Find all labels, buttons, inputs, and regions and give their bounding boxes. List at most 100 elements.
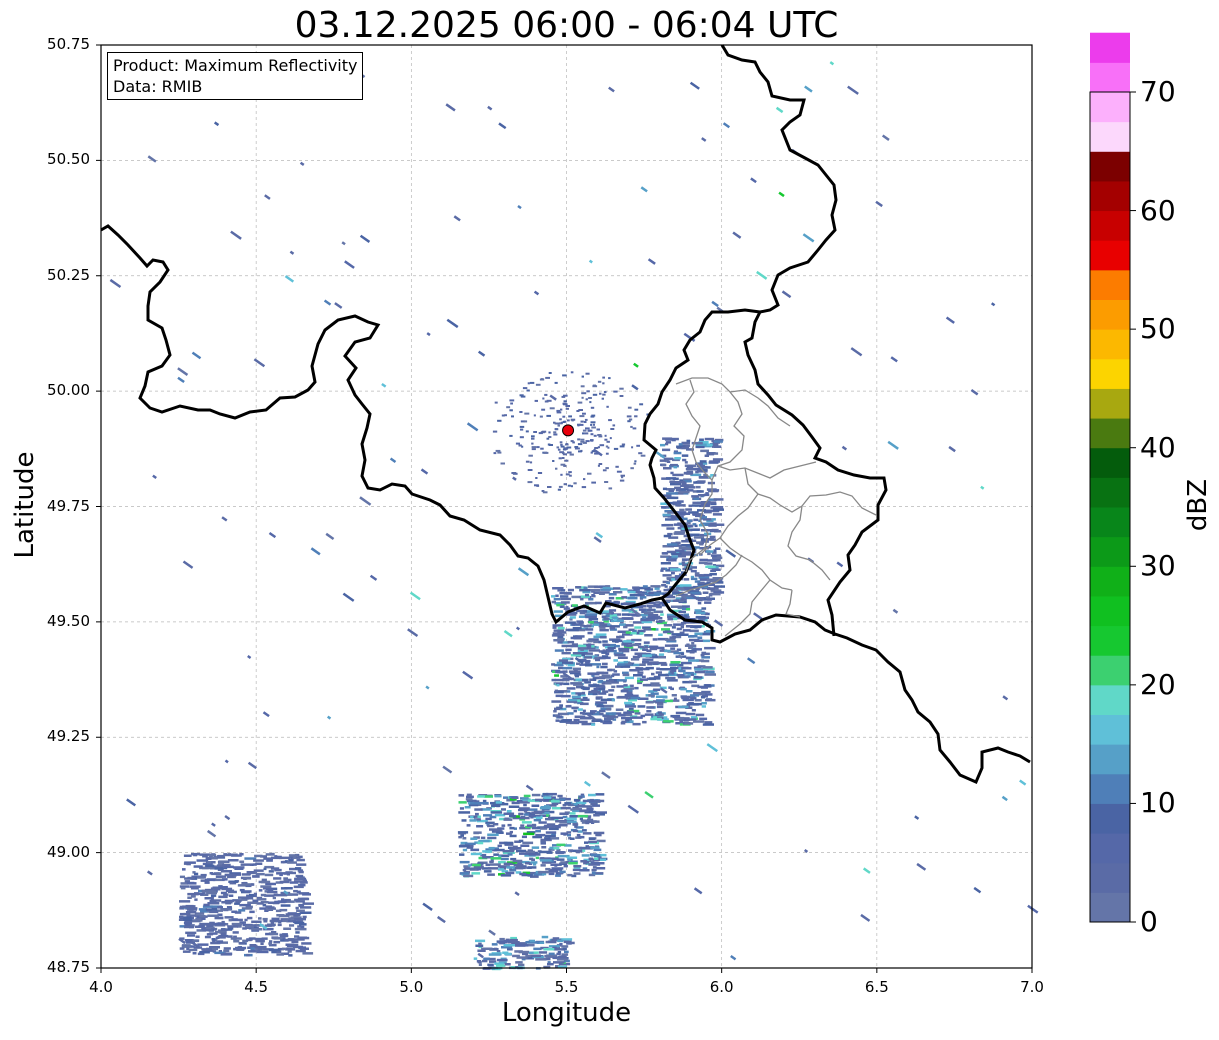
echo-pixel (691, 641, 695, 645)
echo-pixel (523, 420, 528, 423)
echo-pixel (197, 876, 205, 879)
echo-pixel (634, 415, 638, 418)
echo-pixel (249, 910, 255, 914)
echo-pixel (260, 893, 267, 897)
echo-pixel (700, 653, 705, 657)
colorbar-segment (1090, 240, 1130, 271)
echo-pixel (562, 374, 567, 377)
echo-pixel (520, 824, 525, 827)
echo-pixel (693, 676, 703, 679)
echo-pixel (597, 704, 602, 707)
echo-pixel (676, 627, 682, 631)
echo-pixel (678, 705, 689, 709)
echo-pixel (554, 707, 560, 711)
echo-pixel (289, 943, 299, 947)
echo-pixel (239, 860, 245, 863)
echo-pixel (643, 661, 648, 664)
echo-pixel (557, 637, 564, 641)
echo-pixel (295, 867, 302, 870)
echo-pixel (700, 538, 706, 541)
echo-pixel (220, 932, 227, 935)
echo-pixel (632, 655, 641, 659)
echo-pixel (591, 871, 596, 874)
echo-pixel (223, 893, 229, 896)
echo-pixel (191, 905, 196, 908)
echo-pixel (573, 718, 580, 722)
echo-pixel (613, 447, 619, 450)
echo-pixel (491, 943, 498, 946)
echo-pixel (699, 438, 704, 441)
echo-pixel (223, 947, 231, 950)
echo-pixel (488, 867, 499, 870)
echo-pixel (582, 412, 586, 415)
echo-pixel (546, 814, 550, 817)
echo-pixel (680, 484, 689, 487)
echo-pixel (590, 854, 601, 857)
echo-pixel (680, 695, 687, 698)
echo-pixel (622, 649, 630, 653)
echo-pixel (688, 635, 695, 638)
echo-pixel (478, 942, 482, 946)
colorbar-tick-label: 70 (1140, 75, 1176, 108)
x-axis-label: Longitude (501, 998, 632, 1028)
echo-pixel (527, 481, 533, 484)
echo-pixel (614, 653, 626, 657)
colorbar-tick-label: 50 (1140, 312, 1176, 346)
echo-pixel (670, 661, 681, 664)
echo-pixel (543, 796, 552, 799)
echo-pixel (592, 423, 595, 426)
echo-pixel (704, 454, 709, 457)
echo-pixel (601, 655, 609, 658)
echo-pixel (591, 868, 597, 872)
y-tick-label: 50.75 (47, 35, 90, 53)
echo-pixel (560, 597, 571, 601)
echo-pixel (202, 928, 213, 932)
echo-pixel (694, 609, 702, 612)
echo-pixel (490, 811, 503, 814)
echo-pixel (604, 717, 614, 721)
echo-pixel (700, 696, 706, 699)
colorbar-segment (1090, 714, 1130, 745)
echo-pixel (179, 900, 191, 903)
y-tick-label: 49.75 (47, 496, 90, 515)
echo-pixel (209, 854, 217, 857)
echo-pixel (562, 421, 566, 423)
echo-pixel (296, 858, 305, 862)
echo-pixel (512, 845, 518, 849)
echo-pixel (568, 628, 579, 632)
colorbar-tick-label: 60 (1140, 193, 1176, 227)
echo-pixel (535, 477, 538, 479)
echo-pixel (593, 831, 605, 835)
y-tick-label: 50.50 (47, 150, 90, 169)
echo-pixel (608, 419, 612, 422)
echo-pixel (605, 467, 609, 470)
colorbar-segment (1090, 744, 1130, 775)
echo-pixel (513, 864, 524, 867)
colorbar-segment (1090, 180, 1130, 212)
echo-pixel (658, 656, 666, 659)
echo-pixel (239, 888, 245, 892)
echo-pixel (503, 841, 514, 845)
echo-pixel (545, 831, 557, 834)
echo-pixel (585, 398, 588, 401)
echo-pixel (547, 962, 554, 966)
echo-pixel (518, 808, 529, 812)
echo-pixel (587, 472, 592, 475)
echo-pixel (552, 460, 555, 462)
echo-pixel (709, 587, 715, 591)
echo-pixel (602, 721, 612, 725)
echo-pixel (669, 480, 675, 483)
echo-pixel (202, 855, 208, 858)
echo-pixel (288, 854, 298, 857)
echo-pixel (274, 900, 286, 904)
echo-pixel (569, 474, 572, 477)
echo-pixel (696, 490, 704, 493)
echo-pixel (473, 957, 478, 960)
echo-pixel (573, 670, 579, 673)
echo-pixel (523, 794, 531, 798)
echo-pixel (565, 407, 569, 410)
echo-pixel (579, 588, 591, 592)
echo-pixel (547, 443, 551, 446)
echo-pixel (566, 817, 577, 820)
echo-pixel (531, 435, 535, 438)
